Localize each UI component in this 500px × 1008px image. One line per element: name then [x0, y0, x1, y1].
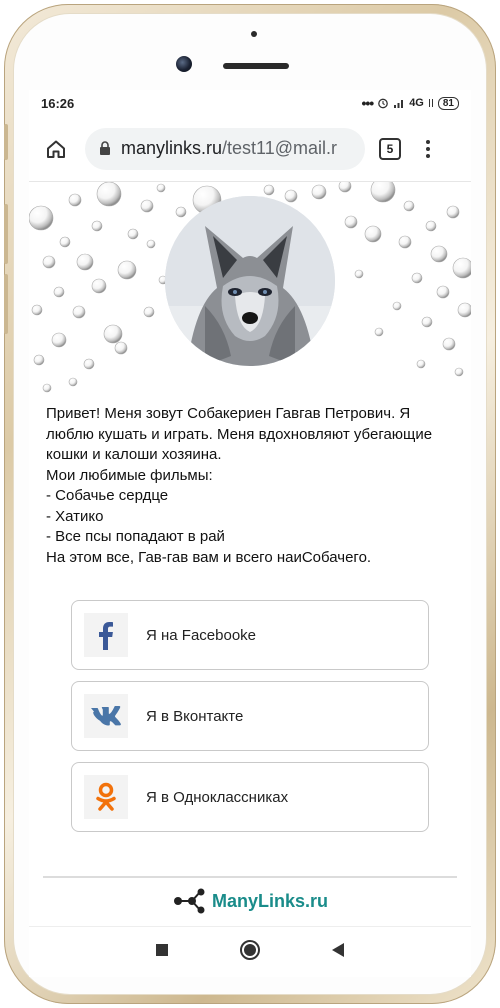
footer-brand-name: ManyLinks.ru [211, 890, 329, 911]
address-bar[interactable]: manylinks.ru/test11@mail.r [85, 127, 365, 170]
facebook-icon [84, 613, 128, 657]
more-notifications-icon: ••• [361, 95, 374, 111]
network-type: 4G [409, 97, 424, 109]
facebook-link-button[interactable]: Я на Facebooke [71, 600, 429, 670]
recents-button[interactable] [155, 943, 169, 962]
share-nodes-icon [173, 888, 205, 914]
recents-icon [156, 943, 168, 956]
vk-link-label: Я в Вконтакте [146, 707, 244, 725]
footer-brand-link[interactable]: ManyLinks.ru [29, 876, 471, 926]
facebook-link-label: Я на Facebooke [146, 626, 257, 644]
browser-menu-button[interactable] [423, 139, 433, 158]
phone-side-button [4, 274, 8, 334]
alarm-icon [378, 98, 389, 109]
url-host: manylinks.ru [121, 138, 223, 158]
signal-icon [394, 99, 404, 108]
page-content: Привет! Меня зовут Собакериен Гавгав Пет… [29, 182, 471, 912]
tab-switcher-button[interactable]: 5 [379, 137, 401, 160]
vk-icon [84, 694, 128, 738]
home-nav-button[interactable] [239, 939, 261, 966]
back-button[interactable] [331, 942, 345, 963]
menu-dot-icon [426, 146, 430, 151]
status-bar: 16:26 ••• 4G 81 [29, 90, 471, 116]
url-path: /test11@mail.r [222, 138, 338, 158]
phone-side-button [4, 124, 8, 160]
menu-dot-icon [426, 153, 430, 158]
back-triangle-icon [332, 942, 344, 957]
home-icon [47, 140, 65, 158]
front-camera [176, 56, 192, 72]
profile-bio: Привет! Меня зовут Собакериен Гавгав Пет… [46, 405, 433, 566]
odnoklassniki-icon [84, 775, 128, 819]
status-icons: ••• 4G 81 [361, 95, 459, 111]
profile-avatar [165, 196, 335, 366]
lock-icon [100, 141, 110, 155]
phone-screen: 16:26 ••• 4G 81 manylinks.ru/test11@mail… [29, 90, 471, 977]
vk-link-button[interactable]: Я в Вконтакте [71, 681, 429, 751]
home-button[interactable] [37, 130, 75, 168]
data-arrows-icon [428, 99, 433, 107]
odnoklassniki-link-button[interactable]: Я в Одноклассниках [71, 762, 429, 832]
phone-side-button [4, 204, 8, 264]
browser-toolbar: manylinks.ru/test11@mail.r 5 [29, 116, 471, 182]
phone-sensor [251, 31, 257, 37]
battery-indicator: 81 [437, 96, 459, 110]
menu-dot-icon [426, 139, 430, 144]
android-nav-bar [29, 926, 471, 977]
earpiece-speaker [223, 63, 289, 69]
home-circle-icon [240, 939, 260, 960]
odnoklassniki-link-label: Я в Одноклассниках [146, 788, 289, 806]
dog-photo [165, 196, 335, 366]
status-time: 16:26 [41, 95, 75, 111]
